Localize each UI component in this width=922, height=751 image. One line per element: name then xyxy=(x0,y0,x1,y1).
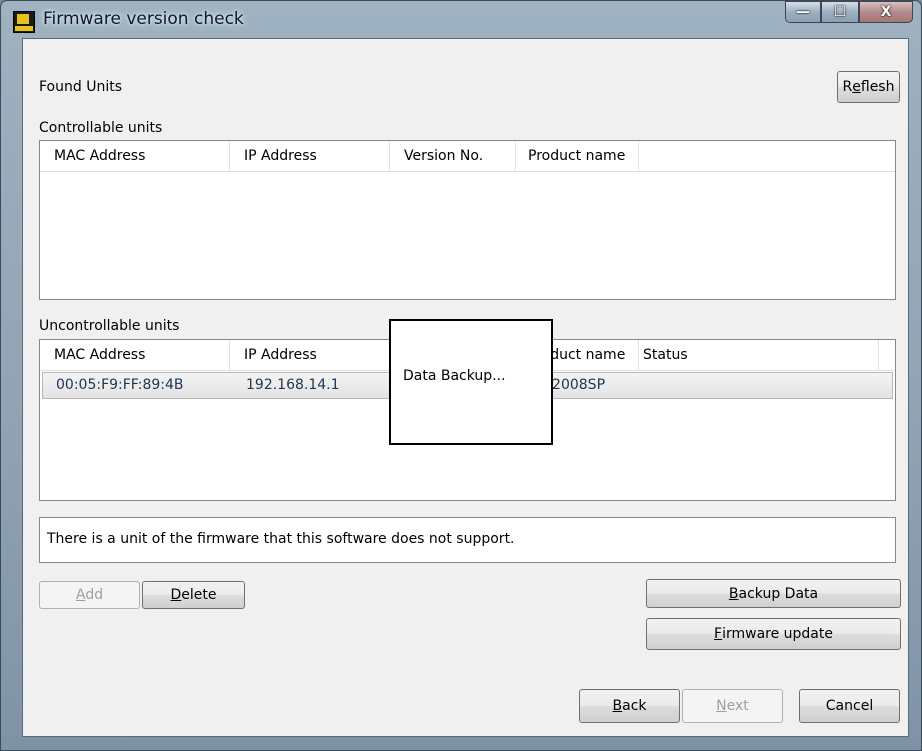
refresh-label-prefix: R xyxy=(842,79,853,95)
backup-label-accel: B xyxy=(728,585,739,602)
next-label-rest: ext xyxy=(726,698,749,714)
uncontrollable-units-label: Uncontrollable units xyxy=(39,318,180,334)
back-label-accel: B xyxy=(612,698,623,714)
delete-button[interactable]: Delete xyxy=(142,581,245,609)
controllable-units-header: MAC Address IP Address Version No. Produ… xyxy=(40,141,895,172)
app-icon xyxy=(13,11,35,33)
dialog-client-area: Found Units Re flesh Controllable units M… xyxy=(22,38,909,737)
message-box: There is a unit of the firmware that thi… xyxy=(39,517,896,563)
backup-data-button[interactable]: Backup Data xyxy=(646,579,901,608)
column-header-ip[interactable]: IP Address xyxy=(230,340,390,370)
column-header-mac[interactable]: MAC Address xyxy=(40,141,230,171)
column-header-version[interactable]: Version No. xyxy=(390,141,516,171)
backup-label-rest: ackup Data xyxy=(738,585,819,602)
minimize-button[interactable]: — xyxy=(785,1,821,23)
data-backup-popup: Data Backup... xyxy=(389,319,553,445)
refresh-button[interactable]: Re flesh xyxy=(837,71,900,103)
column-header-product[interactable]: Product name xyxy=(516,141,639,171)
add-label-accel: A xyxy=(75,587,86,603)
controllable-units-label: Controllable units xyxy=(39,120,163,136)
column-header-status[interactable]: Status xyxy=(639,340,879,370)
close-button[interactable]: X xyxy=(859,1,913,23)
maximize-button[interactable]: ☐ xyxy=(821,1,859,23)
add-button[interactable]: Add xyxy=(39,581,140,609)
delete-label-rest: elete xyxy=(181,587,217,603)
found-units-label: Found Units xyxy=(39,79,122,95)
title-bar[interactable]: Firmware version check — ☐ X xyxy=(1,1,921,39)
firmware-update-button[interactable]: Firmware update xyxy=(646,618,901,650)
firmware-update-label-rest: irmware update xyxy=(722,626,833,642)
popup-text: Data Backup... xyxy=(403,368,506,384)
window-title: Firmware version check xyxy=(43,9,244,29)
row-product-name: -2008SP xyxy=(547,377,606,393)
column-header-mac[interactable]: MAC Address xyxy=(40,340,230,370)
minimize-icon: — xyxy=(796,4,810,20)
message-text: There is a unit of the firmware that thi… xyxy=(47,531,515,547)
back-button[interactable]: Back xyxy=(579,689,680,723)
column-header-ip[interactable]: IP Address xyxy=(230,141,390,171)
refresh-label-rest: flesh xyxy=(860,79,895,95)
row-ip-address: 192.168.14.1 xyxy=(246,377,340,393)
back-label-rest: ack xyxy=(622,698,647,714)
next-label-accel: N xyxy=(716,698,727,714)
delete-label-accel: D xyxy=(170,587,182,603)
close-icon: X xyxy=(880,4,892,20)
row-mac-address: 00:05:F9:FF:89:4B xyxy=(56,377,184,393)
firmware-update-label-accel: F xyxy=(714,626,723,642)
cancel-button[interactable]: Cancel xyxy=(799,689,900,723)
window-controls: — ☐ X xyxy=(785,1,913,23)
add-label-rest: dd xyxy=(85,587,104,603)
next-button[interactable]: Next xyxy=(682,689,783,723)
refresh-label-accel: e xyxy=(852,79,861,95)
controllable-units-list[interactable]: MAC Address IP Address Version No. Produ… xyxy=(39,140,896,300)
maximize-icon: ☐ xyxy=(833,4,847,20)
firmware-window: Firmware version check — ☐ X Found Units… xyxy=(0,0,922,751)
